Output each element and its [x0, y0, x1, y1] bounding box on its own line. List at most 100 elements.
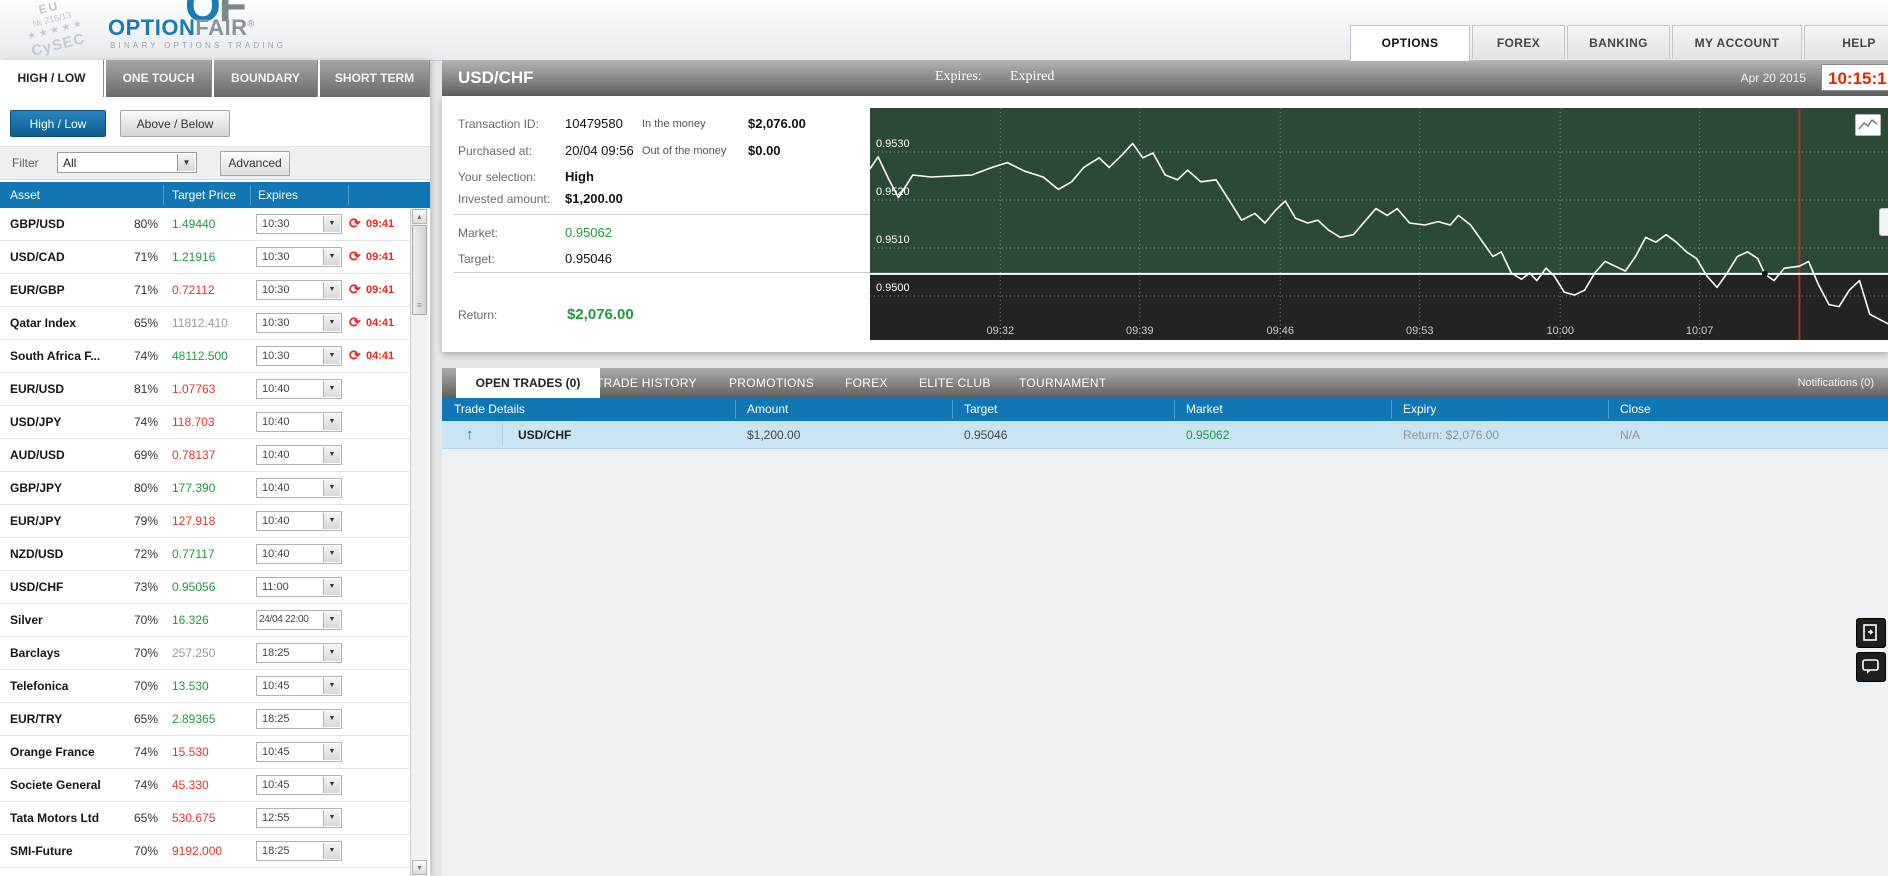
chart-side-handle[interactable]: [1879, 208, 1888, 236]
expiry-select[interactable]: 10:30▼: [256, 247, 342, 267]
chevron-down-icon[interactable]: ▼: [323, 645, 340, 661]
trades-tab-open-trades-0-[interactable]: OPEN TRADES (0): [456, 368, 600, 398]
asset-list-scrollbar[interactable]: ▲ ≡ ▼: [410, 208, 428, 876]
asset-row[interactable]: Societe General74%45.33010:45▼: [0, 769, 410, 802]
expiry-select[interactable]: 10:40▼: [256, 511, 342, 531]
top-tab-banking[interactable]: BANKING: [1567, 25, 1670, 59]
expiry-select[interactable]: 11:00▼: [256, 577, 342, 597]
expiry-select[interactable]: 10:40▼: [256, 544, 342, 564]
asset-row[interactable]: Qatar Index65%11812.41010:30▼⟳04:41: [0, 307, 410, 340]
expiry-select[interactable]: 18:25▼: [256, 643, 342, 663]
chevron-down-icon[interactable]: ▼: [177, 154, 195, 171]
trades-tab-forex[interactable]: FOREX: [845, 368, 888, 398]
chevron-down-icon[interactable]: ▼: [323, 480, 340, 496]
chevron-down-icon[interactable]: ▼: [323, 513, 340, 529]
expiry-select[interactable]: 10:40▼: [256, 412, 342, 432]
asset-name: NZD/USD: [10, 547, 63, 561]
expiry-select[interactable]: 10:40▼: [256, 478, 342, 498]
chat-widget-button[interactable]: [1856, 652, 1886, 682]
asset-row[interactable]: EUR/GBP71%0.7211210:30▼⟳09:41: [0, 274, 410, 307]
asset-name: Orange France: [10, 745, 95, 759]
chevron-down-icon[interactable]: ▼: [323, 315, 340, 331]
chevron-down-icon[interactable]: ▼: [323, 777, 340, 793]
expiry-select[interactable]: 10:40▼: [256, 379, 342, 399]
trade-asset: USD/CHF: [518, 428, 571, 442]
expiry-select[interactable]: 10:30▼: [256, 280, 342, 300]
asset-row[interactable]: SMI-Future70%9192.00018:25▼: [0, 835, 410, 868]
expiry-select[interactable]: 10:30▼: [256, 346, 342, 366]
trades-tab-tournament[interactable]: TOURNAMENT: [1019, 368, 1106, 398]
chevron-down-icon[interactable]: ▼: [323, 843, 340, 859]
filter-select[interactable]: All ▼: [57, 152, 197, 173]
trades-tab-elite-club[interactable]: ELITE CLUB: [919, 368, 991, 398]
expiry-select[interactable]: 10:30▼: [256, 214, 342, 234]
chevron-down-icon[interactable]: ▼: [323, 414, 340, 430]
expiry-select[interactable]: 24/04 22:00▼: [256, 610, 342, 630]
instrument-tab-short-term[interactable]: SHORT TERM: [320, 60, 430, 97]
expiry-select[interactable]: 18:25▼: [256, 709, 342, 729]
asset-row[interactable]: USD/CHF73%0.9505611:00▼: [0, 571, 410, 604]
support-widget-button[interactable]: [1856, 618, 1886, 648]
instrument-tab-high-low[interactable]: HIGH / LOW: [0, 60, 104, 97]
top-tab-forex[interactable]: FOREX: [1472, 25, 1565, 59]
expiry-select[interactable]: 12:55▼: [256, 808, 342, 828]
chevron-down-icon[interactable]: ▼: [323, 348, 340, 364]
asset-row[interactable]: GBP/JPY80%177.39010:40▼: [0, 472, 410, 505]
chart-type-button[interactable]: [1855, 114, 1881, 136]
scroll-up-icon[interactable]: ▲: [412, 209, 427, 224]
trades-tab-promotions[interactable]: PROMOTIONS: [729, 368, 814, 398]
trading-app: EU № 216/13 ★ ★ ★ ★ ★ CySEC OF OPTIONFAI…: [0, 0, 1888, 876]
asset-row[interactable]: AUD/USD69%0.7813710:40▼: [0, 439, 410, 472]
asset-row[interactable]: EUR/TRY65%2.8936518:25▼: [0, 703, 410, 736]
notifications-link[interactable]: Notifications (0): [1798, 368, 1874, 398]
expiry-select[interactable]: 18:25▼: [256, 841, 342, 861]
asset-row[interactable]: EUR/USD81%1.0776310:40▼: [0, 373, 410, 406]
chevron-down-icon[interactable]: ▼: [323, 678, 340, 694]
asset-row[interactable]: NZD/USD72%0.7711710:40▼: [0, 538, 410, 571]
purchase-point-dot: [1762, 271, 1768, 277]
chevron-down-icon[interactable]: ▼: [323, 579, 340, 595]
advanced-button[interactable]: Advanced: [220, 151, 290, 176]
chevron-down-icon[interactable]: ▼: [323, 216, 340, 232]
mode-high-low-button[interactable]: High / Low: [10, 110, 106, 137]
price-chart[interactable]: 0.95300.95200.95100.950009:3209:3909:460…: [870, 108, 1888, 340]
chevron-down-icon[interactable]: ▼: [323, 612, 340, 628]
asset-name: USD/JPY: [10, 415, 61, 429]
top-tab-my-account[interactable]: MY ACCOUNT: [1672, 25, 1802, 59]
asset-row[interactable]: South Africa F...74%48112.50010:30▼⟳04:4…: [0, 340, 410, 373]
top-tab-help[interactable]: HELP: [1804, 25, 1888, 59]
instrument-tab-boundary[interactable]: BOUNDARY: [214, 60, 318, 97]
asset-row[interactable]: Telefonica70%13.53010:45▼: [0, 670, 410, 703]
scrollbar-thumb[interactable]: ≡: [412, 225, 427, 315]
chevron-down-icon[interactable]: ▼: [323, 744, 340, 760]
expiry-select[interactable]: 10:40▼: [256, 445, 342, 465]
scroll-down-icon[interactable]: ▼: [412, 860, 427, 875]
asset-row[interactable]: Silver70%16.32624/04 22:00▼: [0, 604, 410, 637]
in-money-zone: [870, 108, 1888, 274]
asset-row[interactable]: EUR/JPY79%127.91810:40▼: [0, 505, 410, 538]
expiry-select[interactable]: 10:45▼: [256, 742, 342, 762]
expiry-select[interactable]: 10:30▼: [256, 313, 342, 333]
chevron-down-icon[interactable]: ▼: [323, 810, 340, 826]
brand-logo[interactable]: OPTIONFAIR®: [108, 15, 255, 41]
chevron-down-icon[interactable]: ▼: [323, 249, 340, 265]
expiry-select[interactable]: 10:45▼: [256, 676, 342, 696]
asset-row[interactable]: USD/JPY74%118.70310:40▼: [0, 406, 410, 439]
chevron-down-icon[interactable]: ▼: [323, 381, 340, 397]
open-trade-row[interactable]: ↑ USD/CHF $1,200.00 0.95046 0.95062 Retu…: [442, 421, 1888, 449]
mode-above-below-button[interactable]: Above / Below: [120, 110, 230, 137]
top-tab-options[interactable]: OPTIONS: [1350, 25, 1470, 61]
instrument-tab-one-touch[interactable]: ONE TOUCH: [106, 60, 212, 97]
asset-target-price: 0.95056: [172, 580, 215, 594]
asset-row[interactable]: Tata Motors Ltd65%530.67512:55▼: [0, 802, 410, 835]
asset-row[interactable]: GBP/USD80%1.4944010:30▼⟳09:41: [0, 208, 410, 241]
asset-row[interactable]: USD/CAD71%1.2191610:30▼⟳09:41: [0, 241, 410, 274]
chevron-down-icon[interactable]: ▼: [323, 711, 340, 727]
asset-row[interactable]: Orange France74%15.53010:45▼: [0, 736, 410, 769]
chevron-down-icon[interactable]: ▼: [323, 546, 340, 562]
trades-tab-trade-history[interactable]: TRADE HISTORY: [596, 368, 697, 398]
chevron-down-icon[interactable]: ▼: [323, 282, 340, 298]
chevron-down-icon[interactable]: ▼: [323, 447, 340, 463]
asset-row[interactable]: Barclays70%257.25018:25▼: [0, 637, 410, 670]
expiry-select[interactable]: 10:45▼: [256, 775, 342, 795]
